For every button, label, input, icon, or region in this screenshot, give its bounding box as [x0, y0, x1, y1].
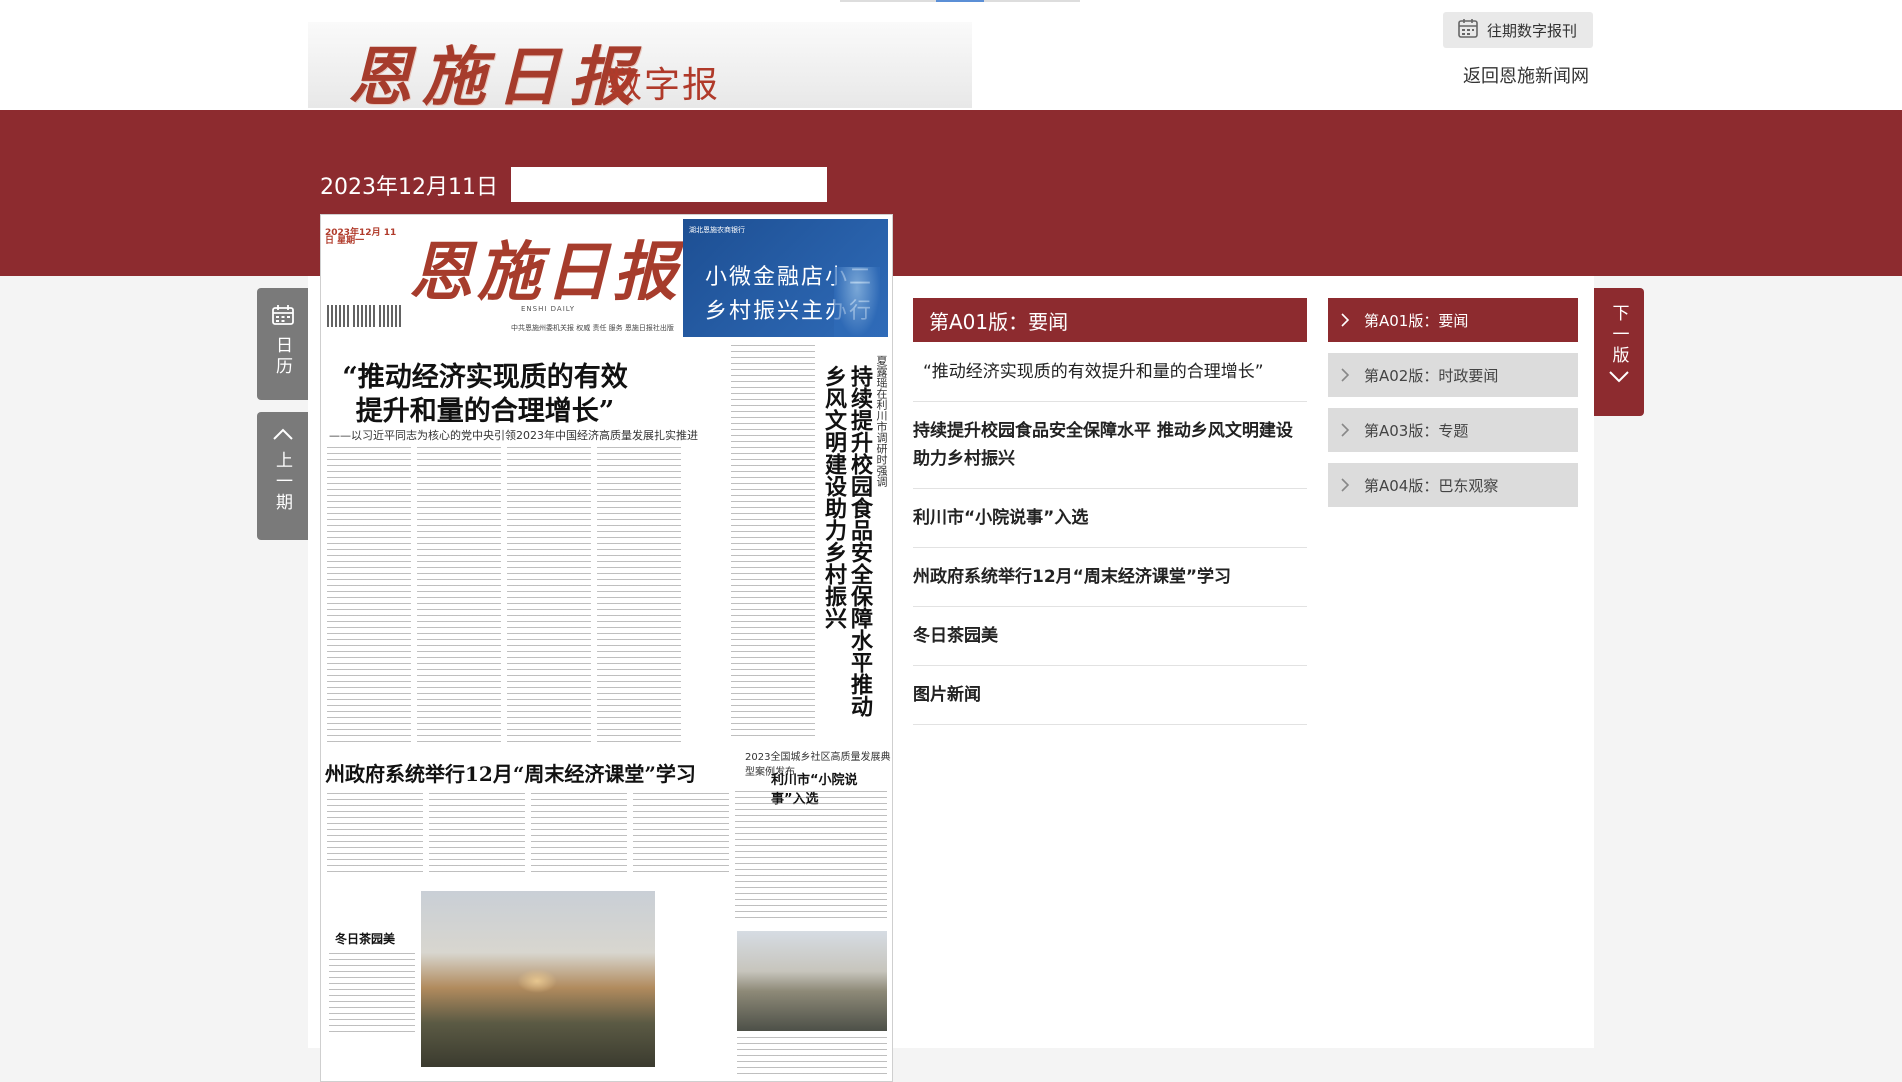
- newspaper-page-image[interactable]: 2023年12月 11日 星期一 恩施日报 ENSHI DAILY 中共恩施州委…: [320, 214, 893, 1082]
- masthead-english: ENSHI DAILY: [521, 305, 576, 313]
- previous-issue-label: 上一期: [272, 451, 292, 514]
- article-link[interactable]: 利川市“小院说事”入选: [913, 489, 1307, 548]
- ad-tree-graphic: [834, 267, 880, 337]
- article-link[interactable]: 州政府系统举行12月“周末经济课堂”学习: [913, 548, 1307, 607]
- past-issues-button[interactable]: 往期数字报刊: [1443, 12, 1593, 48]
- page-list: 第A01版：要闻 第A02版：时政要闻 第A03版：专题 第A04版：巴东观察: [1328, 298, 1578, 518]
- past-issues-label: 往期数字报刊: [1487, 21, 1578, 40]
- masthead-date: 2023年12月 11日 星期一: [325, 228, 397, 246]
- page-item-a02[interactable]: 第A02版：时政要闻: [1328, 353, 1578, 397]
- masthead-info: 2023年12月 11日 星期一: [325, 228, 403, 246]
- chevron-right-icon: [1340, 477, 1364, 493]
- previous-issue-tab[interactable]: 上一期: [257, 412, 308, 540]
- page-item-label: 第A01版：要闻: [1364, 311, 1469, 330]
- photo-caption: 冬日茶园美: [335, 932, 396, 946]
- logo-title: 恩施日报: [348, 40, 644, 115]
- photo-caption-text: [329, 953, 415, 1033]
- bank-advertisement: 湖北恩施农商银行 小微金融店小二 乡村振兴主办行: [683, 219, 888, 337]
- page-item-a01[interactable]: 第A01版：要闻: [1328, 298, 1578, 342]
- photo-caption-text: [737, 1037, 887, 1075]
- article-text-block: [417, 447, 501, 747]
- article-link[interactable]: 冬日茶园美: [913, 607, 1307, 666]
- logo-subtitle: 数字报: [606, 65, 721, 106]
- article-list: “推动经济实现质的有效提升和量的合理增长” 持续提升校园食品安全保障水平 推动乡…: [913, 343, 1307, 725]
- article-text-block: [429, 793, 525, 873]
- page-item-a04[interactable]: 第A04版：巴东观察: [1328, 463, 1578, 507]
- calendar-tab[interactable]: 日历: [257, 288, 308, 400]
- calendar-icon: [271, 304, 295, 330]
- site-logo[interactable]: 恩施日报 数字报: [308, 22, 972, 115]
- qr-code-icon: [379, 305, 401, 327]
- article-text-block: [507, 447, 591, 747]
- top-header: 恩施日报 数字报 往期数字报刊 返回恩施新闻网: [0, 0, 1902, 115]
- page-item-a03[interactable]: 第A03版：专题: [1328, 408, 1578, 452]
- issue-date: 2023年12月11日: [320, 175, 498, 200]
- chevron-right-icon: [1340, 367, 1364, 383]
- qr-code-icon: [353, 305, 375, 327]
- ad-bank-name: 湖北恩施农商银行: [689, 226, 745, 234]
- article-text-block: [327, 447, 411, 747]
- article-text-block: [531, 793, 627, 873]
- current-section-title: 第A01版：要闻: [929, 309, 1069, 334]
- article-text-block: [633, 793, 729, 873]
- news-photo[interactable]: [737, 931, 887, 1031]
- top-indicator: [840, 0, 1080, 2]
- qr-code-icon: [327, 305, 349, 327]
- next-page-label: 下一版: [1608, 304, 1629, 367]
- article-link[interactable]: 持续提升校园食品安全保障水平 推动乡风文明建设助力乡村振兴: [913, 402, 1307, 489]
- chevron-right-icon: [1340, 422, 1364, 438]
- article-text-block: [597, 447, 681, 747]
- current-section-header: 第A01版：要闻: [913, 298, 1307, 342]
- tea-garden-photo[interactable]: [421, 891, 655, 1067]
- article-link[interactable]: 图片新闻: [913, 666, 1307, 725]
- red-banner: [0, 110, 1902, 276]
- paper-vertical-headline[interactable]: 持续提升校园食品安全保障水平推动乡风文明建设助力乡村振兴: [821, 365, 873, 725]
- newspaper-masthead: 2023年12月 11日 星期一 恩施日报 ENSHI DAILY 中共恩施州委…: [321, 215, 892, 337]
- next-page-tab[interactable]: 下一版: [1594, 288, 1644, 416]
- article-text-block: [735, 791, 887, 921]
- masthead-title: 恩施日报: [409, 235, 681, 310]
- paper-headline-2[interactable]: 州政府系统举行12月“周末经济课堂”学习: [325, 758, 696, 787]
- search-input[interactable]: [511, 167, 827, 202]
- calendar-tab-label: 日历: [272, 336, 292, 378]
- article-text-block: [327, 793, 423, 873]
- page-item-label: 第A02版：时政要闻: [1364, 366, 1499, 385]
- article-link[interactable]: “推动经济实现质的有效提升和量的合理增长”: [913, 343, 1307, 402]
- chevron-up-icon: [272, 426, 294, 445]
- chevron-down-icon: [1608, 369, 1630, 388]
- paper-vertical-subtitle: 夏露瑶在利川市调研时强调: [875, 355, 888, 487]
- paper-headline-1[interactable]: “推动经济实现质的有效提升和量的合理增长”: [335, 361, 635, 429]
- chevron-right-icon: [1340, 312, 1364, 328]
- back-to-site-link[interactable]: 返回恩施新闻网: [1463, 62, 1589, 88]
- page-item-label: 第A03版：专题: [1364, 421, 1469, 440]
- masthead-slogan: 中共恩施州委机关报 权威 责任 服务 恩施日报社出版: [511, 324, 674, 332]
- article-text-block: [731, 345, 815, 741]
- page-item-label: 第A04版：巴东观察: [1364, 476, 1499, 495]
- calendar-icon: [1457, 17, 1479, 43]
- paper-subheadline-1: ——以习近平同志为核心的党中央引领2023年中国经济高质量发展扎实推进: [329, 429, 698, 442]
